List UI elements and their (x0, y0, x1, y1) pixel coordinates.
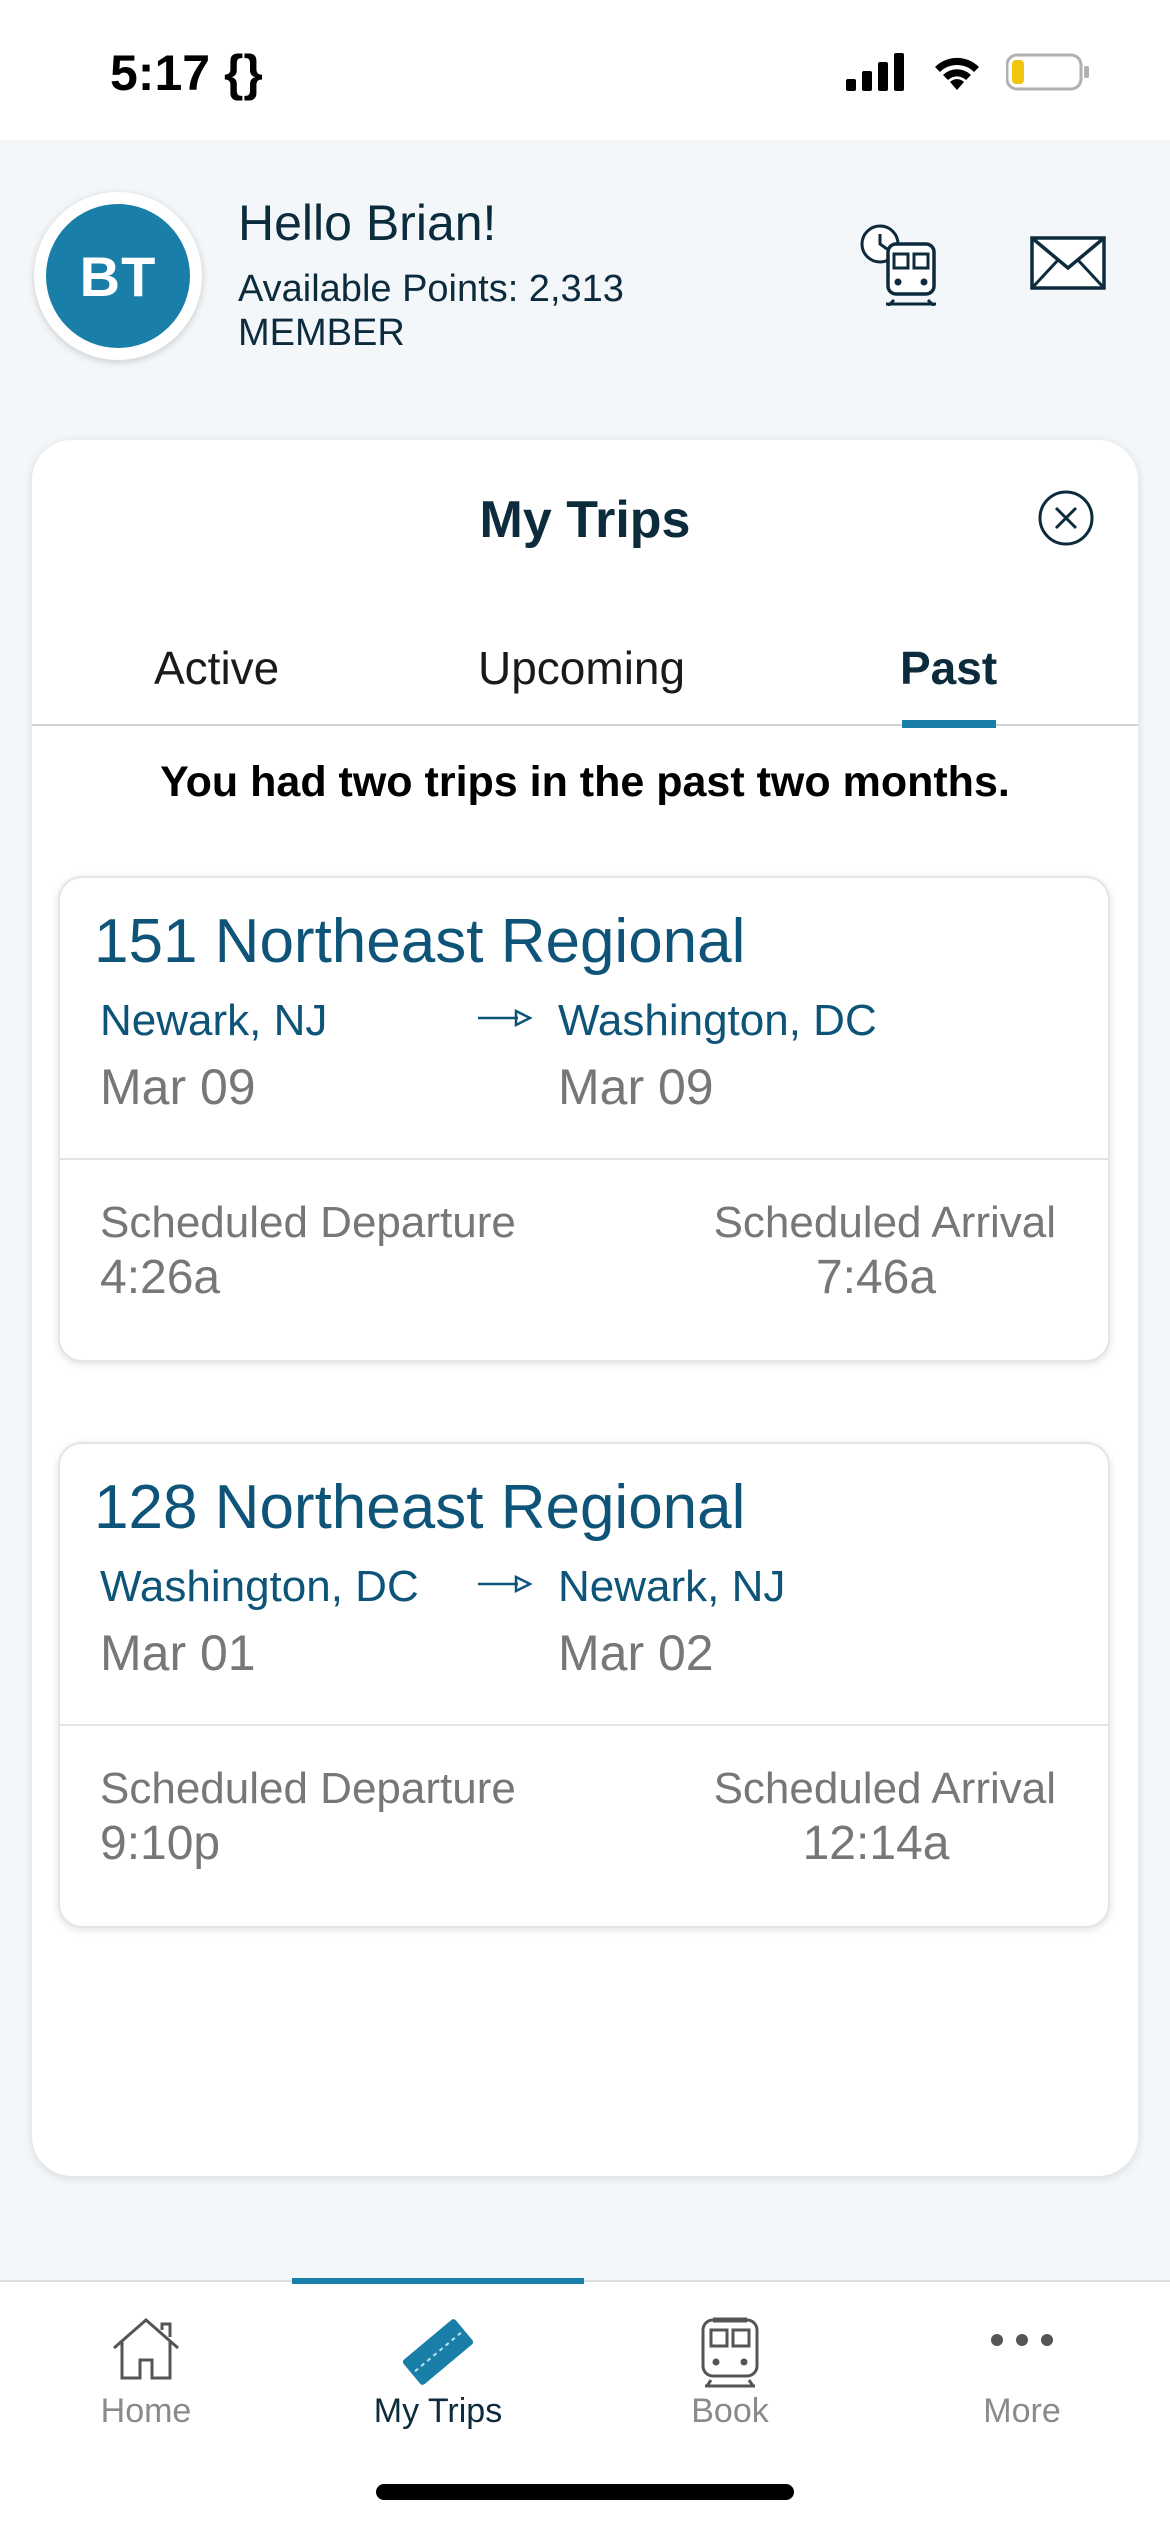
departure-time: 4:26a (100, 1251, 221, 1304)
arrival-time: 12:14a (802, 1817, 950, 1870)
train-history-button[interactable] (856, 222, 942, 311)
tab-past[interactable]: Past (900, 610, 997, 726)
trip-tabs: Active Upcoming Past (32, 610, 1138, 728)
departure-label: Scheduled Departure (100, 1764, 516, 1813)
status-bar: 5:17 {} (0, 0, 1170, 140)
departure-label: Scheduled Departure (100, 1198, 516, 1247)
nav-more[interactable]: More (876, 2282, 1168, 2462)
arrow-right-icon (478, 1574, 532, 1594)
train-name: 128 Northeast Regional (94, 1473, 746, 1542)
available-points: Available Points: 2,313 (238, 268, 624, 310)
arrival-label: Scheduled Arrival (713, 1198, 1056, 1247)
destination-station: Newark, NJ (558, 1562, 786, 1611)
destination-date: Mar 09 (558, 1059, 714, 1115)
mail-button[interactable] (1030, 236, 1106, 295)
nav-label: Home (100, 2392, 192, 2430)
trip-summary: You had two trips in the past two months… (160, 758, 1010, 806)
member-tier: MEMBER (238, 312, 405, 354)
nav-book[interactable]: Book (584, 2282, 876, 2462)
status-icons (846, 52, 1090, 92)
origin-date: Mar 09 (100, 1059, 256, 1115)
battery-icon (1006, 53, 1089, 91)
more-dots-icon (991, 2334, 1053, 2346)
destination-date: Mar 02 (558, 1625, 714, 1681)
signal-icon (846, 53, 904, 91)
wifi-icon (935, 57, 979, 90)
nav-home[interactable]: Home (0, 2282, 292, 2462)
departure-time: 9:10p (100, 1817, 221, 1870)
nav-label: Book (691, 2392, 769, 2430)
divider (60, 1724, 1108, 1726)
trip-card[interactable]: 128 Northeast Regional Washington, DC Ne… (58, 1442, 1110, 1928)
avatar-initials: BT (46, 204, 190, 348)
nav-label: My Trips (373, 2392, 503, 2430)
origin-station: Newark, NJ (100, 996, 328, 1045)
origin-date: Mar 01 (100, 1625, 256, 1681)
origin-station: Washington, DC (100, 1562, 419, 1611)
nav-label: More (983, 2392, 1061, 2430)
train-name: 151 Northeast Regional (94, 907, 746, 976)
home-icon (113, 2318, 179, 2380)
arrow-right-icon (478, 1008, 532, 1028)
train-icon (701, 2317, 759, 2388)
trip-card[interactable]: 151 Northeast Regional Newark, NJ Washin… (58, 876, 1110, 1362)
profile-header: BT Hello Brian! Available Points: 2,313 … (0, 140, 1170, 440)
active-tab-indicator (902, 720, 996, 728)
ticket-icon (402, 2319, 474, 2385)
greeting: Hello Brian! (238, 195, 497, 251)
panel-title: My Trips (479, 491, 691, 549)
train-history-icon (860, 224, 936, 308)
avatar[interactable]: BT (34, 192, 202, 360)
destination-station: Washington, DC (558, 996, 877, 1045)
tab-active[interactable]: Active (154, 610, 279, 726)
close-button[interactable] (1036, 488, 1096, 553)
my-trips-panel: My Trips Active Upcoming Past You had tw… (32, 440, 1138, 2176)
tab-upcoming[interactable]: Upcoming (478, 610, 685, 726)
arrival-time: 7:46a (815, 1251, 937, 1304)
divider (60, 1158, 1108, 1160)
nav-my-trips[interactable]: My Trips (292, 2282, 584, 2462)
arrival-label: Scheduled Arrival (713, 1764, 1056, 1813)
close-icon (1038, 490, 1094, 546)
status-time: 5:17 {} (110, 45, 263, 101)
mail-icon (1030, 236, 1106, 290)
home-indicator (376, 2484, 794, 2500)
